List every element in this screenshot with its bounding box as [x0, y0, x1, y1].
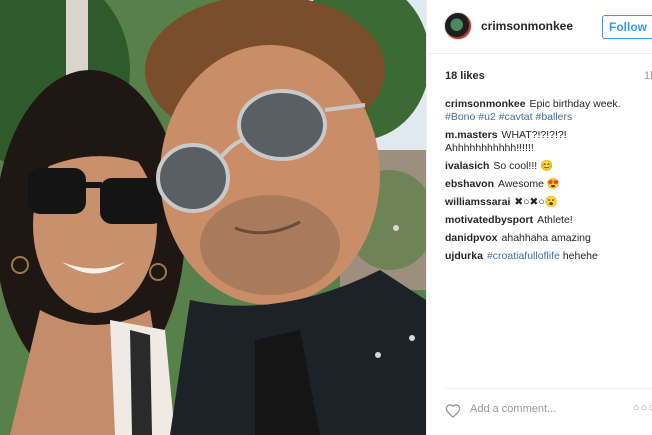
list-item: ujdurka #croatiafulloflife hehehe [445, 250, 645, 263]
selfie-image [0, 0, 426, 435]
avatar[interactable] [444, 12, 472, 40]
comment-list: crimsonmonkee Epic birthday week. #Bono #… [445, 98, 645, 268]
comment-hashtag[interactable]: #croatiafulloflife [487, 250, 560, 262]
post-time[interactable]: 1h [644, 70, 652, 82]
follow-button[interactable]: Follow [602, 15, 652, 39]
caption-hashtags[interactable]: #Bono #u2 #cavtat #ballers [445, 111, 572, 123]
post-photo[interactable] [0, 0, 426, 435]
divider [445, 388, 652, 389]
caption: crimsonmonkee Epic birthday week. #Bono #… [445, 98, 645, 124]
comment-user[interactable]: motivatedbysport [445, 214, 533, 226]
list-item: ebshavon Awesome 😍 [445, 178, 645, 191]
comment-text: Awesome 😍 [498, 178, 560, 190]
post-sidebar: crimsonmonkee Follow 18 likes 1h crimson… [426, 0, 652, 435]
list-item: danidpvox ahahhaha amazing [445, 232, 645, 245]
comment-text: So cool!!! 😊 [493, 160, 554, 172]
post-username[interactable]: crimsonmonkee [481, 19, 573, 33]
more-options-icon[interactable]: ○○○ [633, 402, 652, 414]
comment-user[interactable]: ujdurka [445, 250, 483, 262]
comment-user[interactable]: m.masters [445, 129, 498, 141]
comment-user[interactable]: crimsonmonkee [445, 98, 526, 110]
post-header: crimsonmonkee Follow [427, 0, 652, 54]
comment-text: ahahhaha amazing [501, 232, 591, 244]
comment-user[interactable]: williamssarai [445, 196, 510, 208]
comment-user[interactable]: ebshavon [445, 178, 494, 190]
list-item: motivatedbysport Athlete! [445, 214, 645, 227]
list-item: ivalasich So cool!!! 😊 [445, 160, 645, 173]
comment-text: hehehe [559, 250, 598, 262]
comment-text: Epic birthday week. [529, 98, 621, 110]
comment-user[interactable]: ivalasich [445, 160, 489, 172]
list-item: williamssarai ✖○✖○😮 [445, 196, 645, 209]
comment-text: ✖○✖○😮 [514, 196, 558, 208]
comment-user[interactable]: danidpvox [445, 232, 498, 244]
add-comment-input[interactable]: Add a comment... [470, 403, 556, 415]
list-item: m.masters WHAT?!?!?!?! Ahhhhhhhhhhh!!!!!! [445, 129, 645, 155]
comment-text: Athlete! [537, 214, 573, 226]
likes-count[interactable]: 18 likes [445, 70, 485, 82]
heart-icon[interactable] [445, 403, 461, 418]
